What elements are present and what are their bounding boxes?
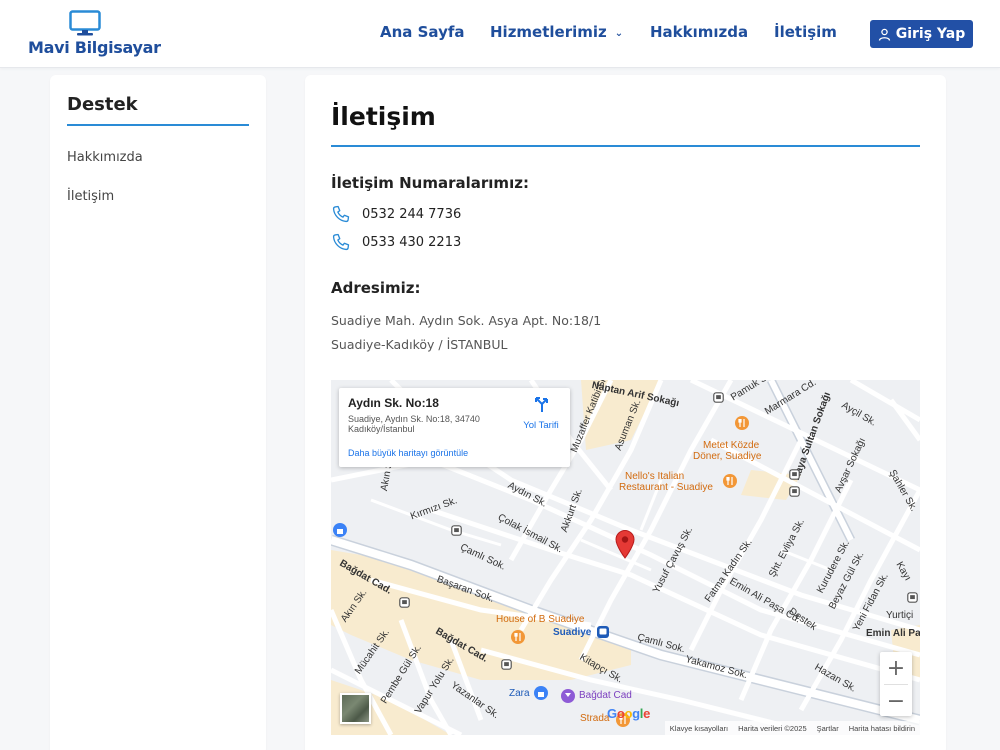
map-poi-label: House of B Suadiye [496, 614, 585, 625]
bus-stop-marker[interactable] [789, 467, 800, 485]
bus-icon [399, 597, 410, 608]
shopping-marker[interactable] [534, 686, 548, 705]
zoom-controls: + − [880, 652, 912, 716]
fork-knife-icon [723, 474, 737, 488]
restaurant-marker[interactable] [735, 416, 749, 435]
login-label: Giriş Yap [895, 26, 966, 42]
bus-stop-marker[interactable] [501, 657, 512, 675]
keyboard-shortcuts-link[interactable]: Klavye kısayolları [670, 724, 728, 733]
contact-panel: İletişim İletişim Numaralarımız: 0532 24… [305, 75, 946, 750]
tulip-icon [561, 689, 575, 703]
report-error-link[interactable]: Harita hatası bildirin [849, 724, 915, 733]
bus-icon [907, 592, 918, 603]
address-heading: Adresimiz: [331, 279, 421, 297]
nav-contact[interactable]: İletişim [774, 23, 837, 41]
phone-row[interactable]: 0533 430 2213 [331, 232, 461, 252]
zoom-in-button[interactable]: + [880, 652, 912, 684]
place-address: Suadiye, Aydın Sk. No:18, 34740 [348, 414, 480, 424]
phone-icon [332, 205, 350, 223]
phone-number: 0533 430 2213 [362, 234, 462, 250]
bus-icon [789, 486, 800, 497]
address-line: Suadiye Mah. Aydın Sok. Asya Apt. No:18/… [331, 313, 602, 328]
nav-about[interactable]: Hakkımızda [650, 23, 748, 41]
place-title: Aydın Sk. No:18 [348, 396, 439, 410]
login-button[interactable]: Giriş Yap [870, 20, 973, 48]
fork-knife-icon [511, 630, 525, 644]
map-poi-label: Metet Közde [703, 440, 760, 451]
larger-map-link[interactable]: Daha büyük haritayı görüntüle [348, 448, 468, 458]
nav-services[interactable]: Hizmetlerimiz ⌄ [490, 23, 623, 41]
satellite-toggle[interactable] [340, 693, 371, 724]
sidebar-title: Destek [67, 94, 138, 115]
phone-row[interactable]: 0532 244 7736 [331, 204, 461, 224]
map-poi-label: Strada [580, 713, 610, 724]
map-poi-label: Yurtiçi [886, 610, 914, 621]
bus-icon [451, 525, 462, 536]
map-data-text: Harita verileri ©2025 [738, 723, 807, 733]
bus-stop-marker[interactable] [596, 625, 610, 644]
phones-heading: İletişim Numaralarımız: [331, 174, 529, 192]
bus-stop-marker[interactable] [399, 595, 410, 613]
shopping-bag-icon [534, 686, 548, 700]
shopping-marker[interactable] [333, 523, 347, 542]
restaurant-marker[interactable] [511, 630, 525, 649]
title-divider [331, 145, 920, 147]
fork-knife-icon [735, 416, 749, 430]
map-poi-label: Döner, Suadiye [693, 451, 762, 462]
bus-stop-marker[interactable] [789, 484, 800, 502]
site-logo[interactable]: Mavi Bilgisayar [28, 8, 161, 60]
map-poi-label: Zara [509, 688, 530, 699]
bus-stop-marker[interactable] [451, 523, 462, 541]
site-header: Mavi Bilgisayar Ana Sayfa Hizmetlerimiz ⌄… [0, 0, 1000, 68]
monitor-icon [69, 10, 101, 36]
directions-icon [535, 397, 548, 412]
nav-services-label: Hizmetlerimiz [490, 23, 607, 41]
sidebar-item-about[interactable]: Hakkımızda [67, 150, 143, 165]
bus-icon [789, 469, 800, 480]
map-poi-label: Bağdat Cad [579, 690, 632, 701]
google-map[interactable]: Naptan Arif Sokağı Muzaffer Katibi Sk. A… [331, 380, 920, 735]
zoom-out-button[interactable]: − [880, 685, 912, 717]
map-info-card: Aydın Sk. No:18 Suadiye, Aydın Sk. No:18… [339, 388, 570, 467]
terms-link[interactable]: Şartlar [817, 724, 839, 733]
map-poi-label: Nello's Italian [625, 471, 685, 482]
logo-text: Mavi Bilgisayar [28, 38, 161, 57]
restaurant-marker[interactable] [723, 474, 737, 493]
shopping-bag-icon [333, 523, 347, 537]
directions-label: Yol Tarifi [523, 420, 559, 431]
nav-home[interactable]: Ana Sayfa [380, 23, 465, 41]
user-icon [878, 28, 890, 41]
sidebar-item-contact[interactable]: İletişim [67, 189, 114, 204]
phone-icon [332, 233, 350, 251]
map-poi-label: Suadiye [553, 627, 592, 638]
bus-stop-marker[interactable] [713, 390, 724, 408]
map-street-label: Emin Ali Pa [866, 628, 920, 639]
map-poi-label: Restaurant - Suadiye [619, 482, 713, 493]
bus-icon [713, 392, 724, 403]
address-line: Suadiye-Kadıköy / İSTANBUL [331, 337, 508, 352]
location-pin-icon[interactable] [614, 529, 636, 559]
bus-icon [501, 659, 512, 670]
place-address: Kadıköy/İstanbul [348, 424, 415, 434]
support-sidebar: Destek Hakkımızda İletişim [50, 75, 266, 750]
bus-stop-marker[interactable] [907, 590, 918, 608]
google-logo: Google [607, 706, 651, 721]
phone-number: 0532 244 7736 [362, 206, 462, 222]
page-title: İletişim [331, 102, 436, 131]
bus-icon [597, 626, 609, 638]
map-attribution: Klavye kısayolları Harita verileri ©2025… [664, 721, 920, 735]
sidebar-divider [67, 124, 249, 126]
directions-button[interactable]: Yol Tarifi [517, 397, 565, 431]
shopping-marker[interactable] [561, 689, 575, 708]
chevron-down-icon: ⌄ [614, 28, 624, 39]
